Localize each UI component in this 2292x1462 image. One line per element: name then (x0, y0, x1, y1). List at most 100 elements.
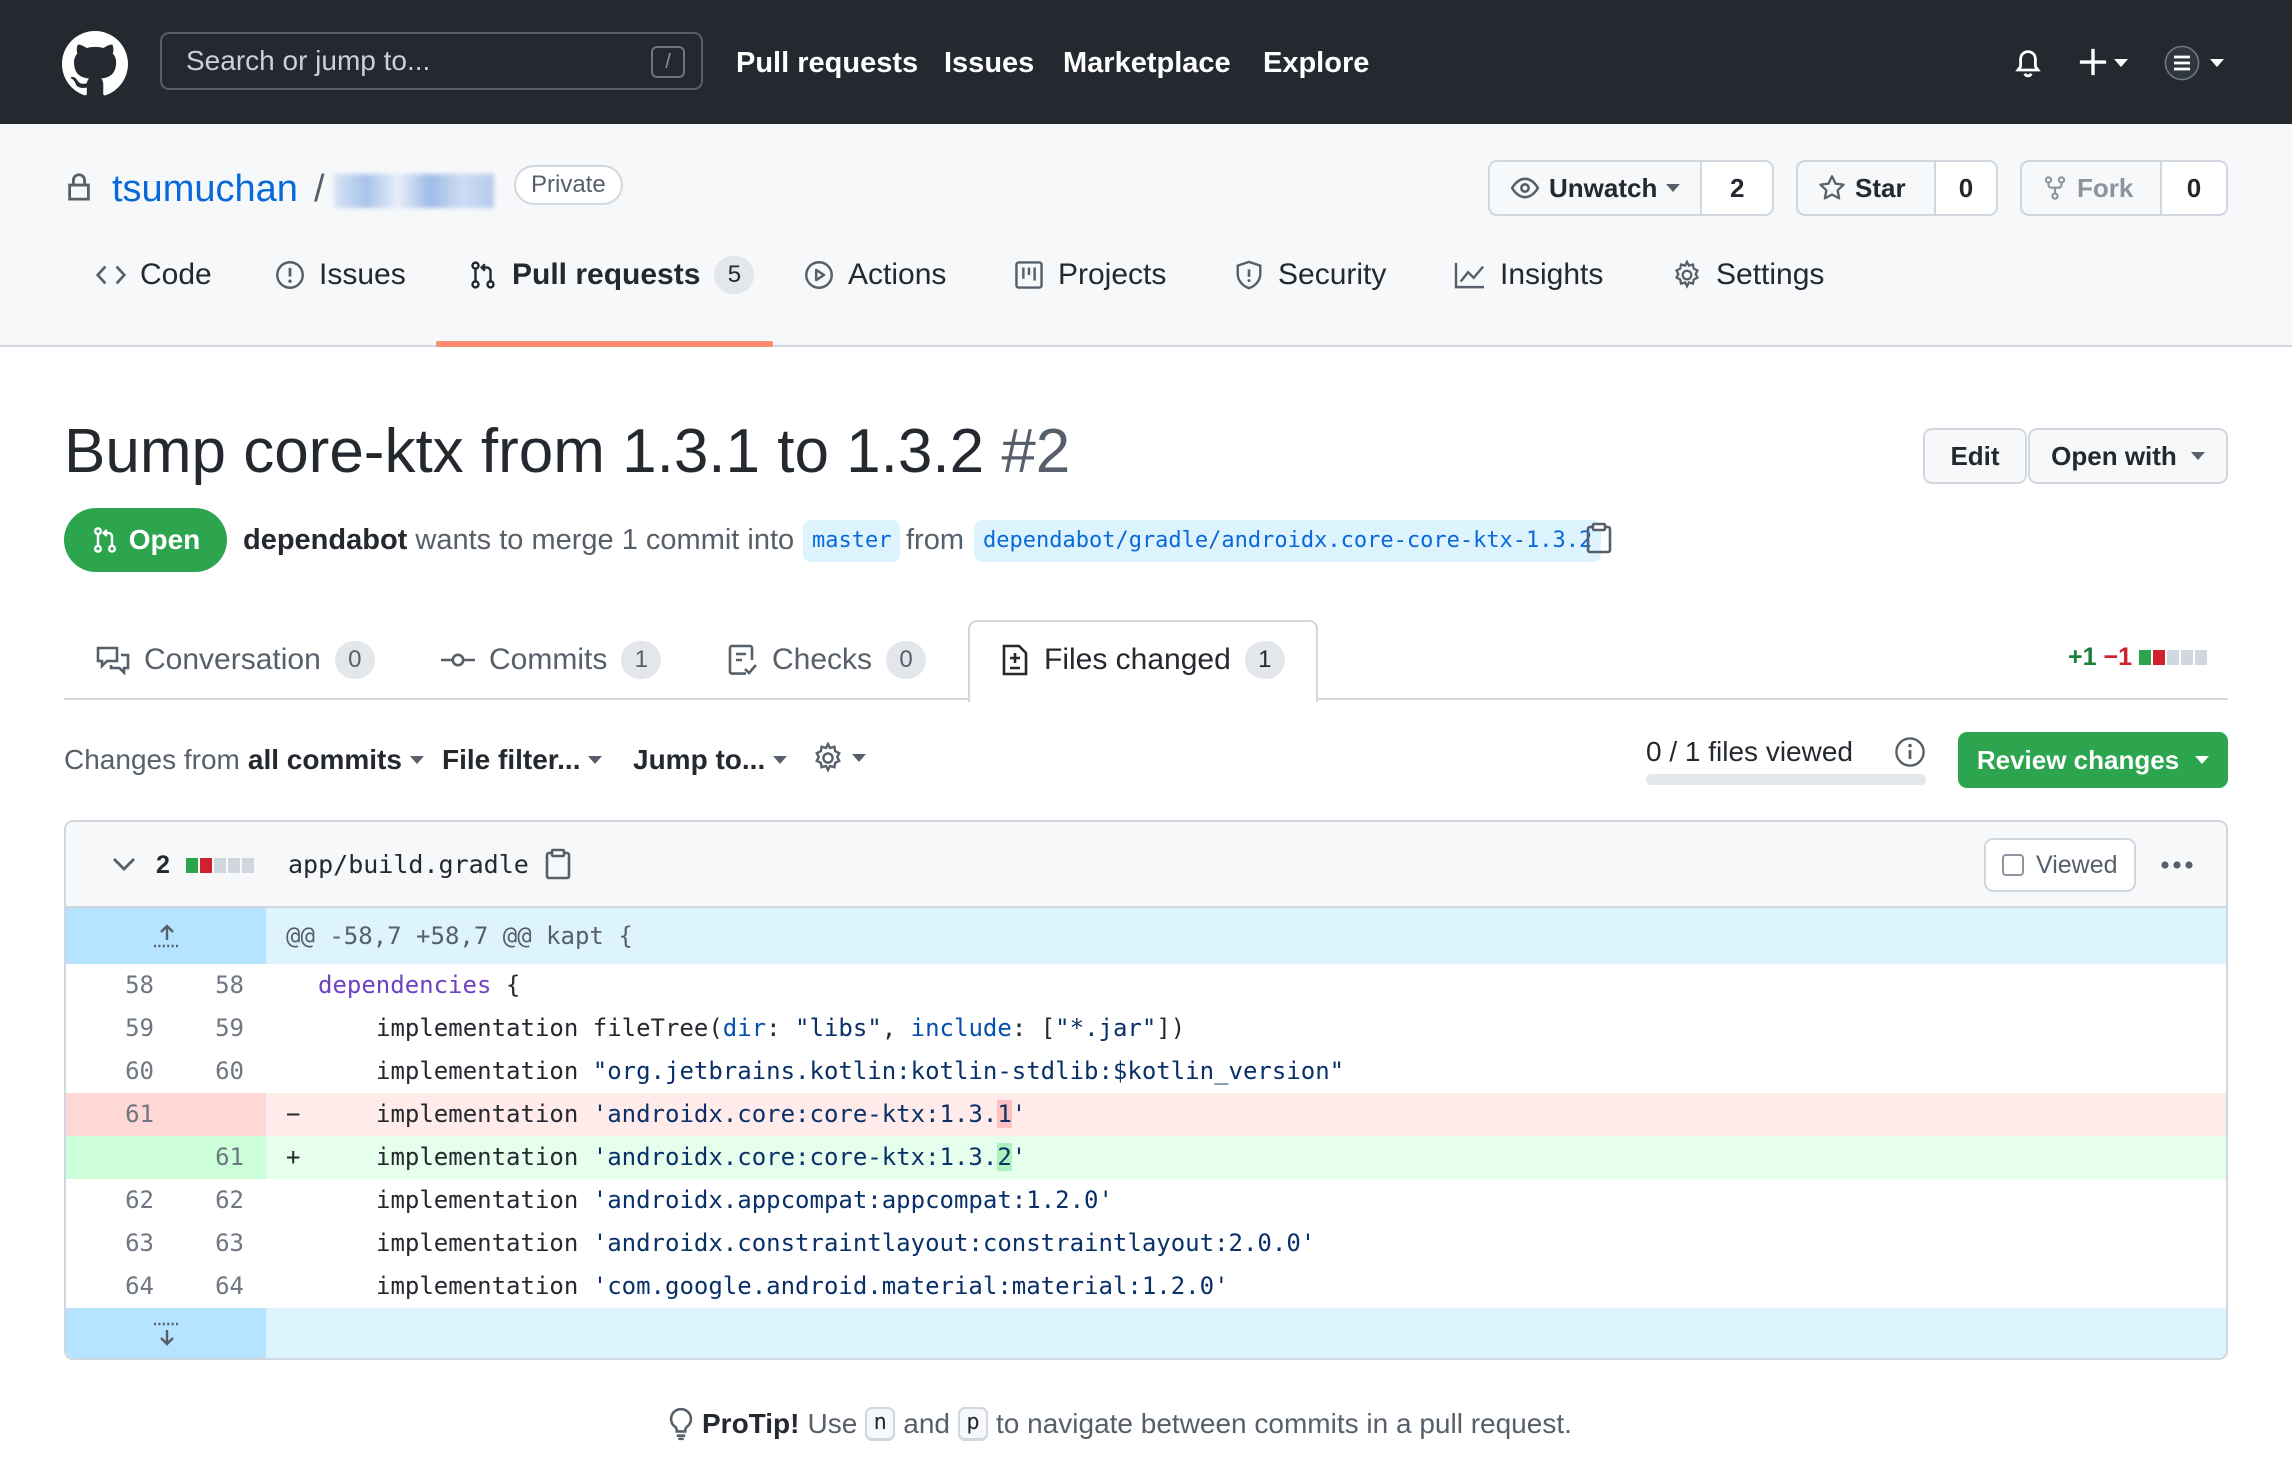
old-line-number[interactable]: 58 (86, 964, 154, 1007)
tab-label: Insights (1500, 258, 1604, 291)
tab-actions[interactable]: Actions (804, 255, 946, 295)
new-line-number[interactable]: 58 (176, 964, 244, 1007)
github-logo-icon[interactable] (62, 31, 128, 97)
expand-down-icon[interactable] (154, 1322, 180, 1346)
code-line: implementation 'androidx.constraintlayou… (376, 1229, 1316, 1257)
bell-icon[interactable] (2012, 45, 2044, 79)
eye-icon (1510, 177, 1540, 199)
expand-down-row (66, 1308, 2226, 1358)
diffstat: +1 −1 (2068, 643, 2209, 672)
tab-commits[interactable]: Commits 1 (441, 640, 662, 680)
edit-button[interactable]: Edit (1923, 428, 2027, 484)
forks-count[interactable]: 0 (2162, 162, 2226, 214)
old-line-number[interactable]: 60 (86, 1050, 154, 1093)
new-line-number[interactable]: 63 (176, 1222, 244, 1265)
old-line-number[interactable]: 59 (86, 1007, 154, 1050)
chevron-down-icon[interactable] (112, 856, 136, 872)
chevron-down-icon[interactable] (2210, 59, 2224, 67)
plus-icon[interactable] (2078, 47, 2108, 77)
expand-down-gutter[interactable] (66, 1308, 266, 1358)
new-line-number[interactable]: 61 (176, 1136, 244, 1179)
tab-projects[interactable]: Projects (1014, 255, 1166, 295)
file-path-link[interactable]: app/build.gradle (288, 850, 529, 880)
tab-label: Pull requests (512, 258, 701, 291)
tab-insights[interactable]: Insights (1454, 255, 1603, 295)
nav-pull-requests[interactable]: Pull requests (736, 46, 918, 80)
fork-button[interactable]: Fork (2022, 162, 2162, 214)
chevron-down-icon (588, 756, 603, 764)
protip-text: Use (807, 1408, 858, 1439)
tab-security[interactable]: Security (1234, 255, 1386, 295)
repo-owner-link[interactable]: tsumuchan (112, 167, 298, 211)
file-change-count: 2 (156, 851, 170, 879)
unwatch-button[interactable]: Unwatch (1490, 162, 1703, 214)
nav-explore[interactable]: Explore (1263, 46, 1369, 80)
new-line-number[interactable]: 59 (176, 1007, 244, 1050)
nav-issues[interactable]: Issues (944, 46, 1034, 80)
old-line-number[interactable]: 61 (86, 1093, 154, 1136)
expand-up-icon[interactable] (154, 924, 180, 948)
new-line-number[interactable]: 64 (176, 1265, 244, 1308)
protip-text: to navigate between commits in a pull re… (996, 1408, 1572, 1439)
key-n: n (865, 1407, 896, 1441)
file-filter-dropdown[interactable]: File filter... (442, 742, 603, 778)
changes-from-dropdown[interactable]: Changes from all commits (64, 742, 424, 778)
copy-icon[interactable] (544, 848, 572, 880)
nav-marketplace[interactable]: Marketplace (1063, 46, 1231, 80)
avatar[interactable] (2164, 45, 2200, 81)
copy-icon[interactable] (1585, 522, 1613, 554)
tab-label: Code (140, 258, 212, 291)
file-filter-label: File filter... (442, 744, 581, 775)
viewed-label: Viewed (2036, 850, 2118, 879)
code-line: implementation 'androidx.core:core-ktx:1… (376, 1143, 1027, 1171)
tab-label: Projects (1058, 258, 1167, 291)
tab-pull-requests[interactable]: Pull requests 5 (468, 255, 755, 295)
diff-settings-dropdown[interactable] (812, 742, 866, 774)
watchers-count[interactable]: 2 (1702, 162, 1772, 214)
repo-separator: / (314, 168, 325, 210)
search-input[interactable]: Search or jump to... / (160, 32, 703, 90)
info-icon[interactable] (1894, 736, 1926, 768)
stars-count[interactable]: 0 (1936, 162, 1996, 214)
code-line: implementation 'androidx.core:core-ktx:1… (376, 1100, 1027, 1128)
tab-counter: 1 (621, 641, 662, 679)
new-line-number[interactable]: 62 (176, 1179, 244, 1222)
tab-conversation[interactable]: Conversation 0 (96, 640, 375, 680)
old-line-number[interactable]: 62 (86, 1179, 154, 1222)
tab-files-changed[interactable]: Files changed 1 (1000, 640, 1285, 680)
open-with-button[interactable]: Open with (2028, 428, 2228, 484)
old-line-number[interactable]: 64 (86, 1265, 154, 1308)
checklist-icon (728, 644, 757, 675)
search-placeholder: Search or jump to... (186, 45, 431, 76)
expand-up-gutter[interactable] (66, 908, 266, 964)
chevron-down-icon (1666, 184, 1681, 192)
tab-settings[interactable]: Settings (1672, 255, 1824, 295)
pr-author-link[interactable]: dependabot (243, 524, 407, 556)
old-line-number[interactable]: 63 (86, 1222, 154, 1265)
tab-label: Settings (1716, 258, 1825, 291)
review-changes-button[interactable]: Review changes (1958, 732, 2228, 788)
repo-header: tsumuchan / Private Unwatch 2 Star 0 For… (0, 124, 2292, 347)
file-diff-icon (1002, 644, 1028, 676)
diffstat-bar (2139, 643, 2209, 672)
tab-checks[interactable]: Checks 0 (728, 640, 927, 680)
tab-label: Conversation (144, 643, 321, 676)
tab-code[interactable]: Code (96, 255, 212, 295)
head-branch-label[interactable]: dependabot/gradle/androidx.core-core-ktx… (974, 520, 1602, 562)
pr-number: #2 (1001, 417, 1071, 486)
base-branch-label[interactable]: master (803, 520, 901, 562)
new-line-number[interactable]: 60 (176, 1050, 244, 1093)
code-line: dependencies { (318, 971, 521, 999)
chevron-down-icon[interactable] (2114, 59, 2128, 67)
kebab-horizontal-icon[interactable] (2160, 860, 2194, 870)
tab-issues[interactable]: Issues (275, 255, 406, 295)
code-icon (96, 265, 126, 285)
conversation-icon (96, 646, 130, 675)
repo-name-redacted[interactable] (334, 174, 494, 208)
code-line: implementation 'androidx.appcompat:appco… (376, 1186, 1113, 1214)
jump-to-dropdown[interactable]: Jump to... (633, 742, 788, 778)
chevron-down-icon (2195, 756, 2210, 764)
changes-value: all commits (247, 744, 402, 775)
viewed-checkbox[interactable]: Viewed (1984, 838, 2136, 892)
star-button[interactable]: Star (1798, 162, 1936, 214)
